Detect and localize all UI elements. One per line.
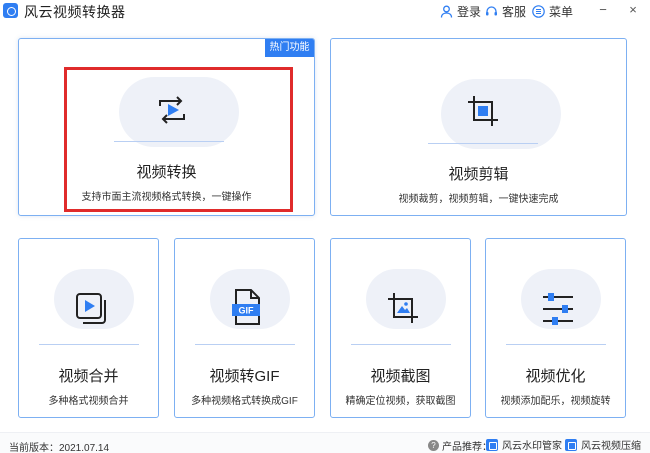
product-link-compress[interactable]: 风云视频压缩 xyxy=(565,437,641,452)
decorative-divider xyxy=(351,344,451,345)
card-video-convert[interactable]: 热门功能 视频转换 支持市面主流视频格式转换，一键操作 xyxy=(18,38,315,216)
card-title: 视频转换 xyxy=(136,164,197,181)
card-description: 多种格式视频合并 xyxy=(48,396,129,407)
merge-play-icon xyxy=(74,291,110,332)
menu-button[interactable]: 菜单 xyxy=(532,3,573,19)
card-description: 支持市面主流视频格式转换，一键操作 xyxy=(81,192,252,203)
version-label: 当前版本：2021.07.14 xyxy=(9,443,110,453)
compress-app-icon xyxy=(565,438,577,451)
login-button[interactable]: 登录 xyxy=(440,3,481,19)
hot-feature-badge: 热门功能 xyxy=(265,39,314,57)
product-recommend: ? 产品推荐： xyxy=(428,438,492,453)
recommend-label: 产品推荐： xyxy=(442,442,492,453)
gif-file-icon: GIF xyxy=(230,287,264,332)
product-label: 风云视频压缩 xyxy=(581,441,641,452)
convert-play-icon xyxy=(154,92,190,133)
title-bar: 风云视频转换器 登录 客服 菜单 − × xyxy=(0,0,650,22)
gif-label: GIF xyxy=(239,306,255,316)
decorative-divider xyxy=(506,344,606,345)
crop-image-icon xyxy=(384,289,422,332)
menu-icon xyxy=(532,4,545,18)
crop-icon xyxy=(464,92,502,135)
status-bar: 当前版本：2021.07.14 ? 产品推荐： 风云水印管家 风云视频压缩 xyxy=(0,432,650,453)
card-title: 视频转GIF xyxy=(209,368,280,385)
sliders-icon xyxy=(539,291,577,332)
headset-icon xyxy=(486,5,497,15)
watermark-app-icon xyxy=(486,438,498,451)
card-video-optimize[interactable]: 视频优化 视频添加配乐，视频旋转 xyxy=(485,238,626,418)
decorative-divider xyxy=(39,344,139,345)
question-icon: ? xyxy=(428,440,439,451)
product-label: 风云水印管家 xyxy=(502,441,562,452)
card-description: 多种视频格式转换成GIF xyxy=(191,396,298,407)
card-description: 视频裁剪，视频剪辑，一键快速完成 xyxy=(398,194,559,205)
card-title: 视频优化 xyxy=(525,368,586,385)
card-video-to-gif[interactable]: GIF 视频转GIF 多种视频格式转换成GIF xyxy=(174,238,315,418)
card-video-merge[interactable]: 视频合并 多种格式视频合并 xyxy=(18,238,159,418)
card-description: 视频添加配乐，视频旋转 xyxy=(500,396,611,407)
decorative-divider xyxy=(428,143,538,144)
user-icon xyxy=(440,5,453,18)
card-title: 视频剪辑 xyxy=(448,166,509,183)
product-link-watermark[interactable]: 风云水印管家 xyxy=(486,437,562,452)
app-title: 风云视频转换器 xyxy=(24,4,126,20)
app-logo-icon xyxy=(3,3,18,18)
support-label: 客服 xyxy=(502,4,527,19)
minimize-button[interactable]: − xyxy=(594,2,612,18)
decorative-divider xyxy=(114,141,224,142)
card-video-capture[interactable]: 视频截图 精确定位视频，获取截图 xyxy=(330,238,471,418)
card-title: 视频合并 xyxy=(58,368,119,385)
decorative-divider xyxy=(195,344,295,345)
card-description: 精确定位视频，获取截图 xyxy=(345,396,456,407)
login-label: 登录 xyxy=(457,4,482,19)
menu-label: 菜单 xyxy=(549,4,574,19)
close-button[interactable]: × xyxy=(624,2,642,18)
card-video-edit[interactable]: 视频剪辑 视频裁剪，视频剪辑，一键快速完成 xyxy=(330,38,627,216)
support-button[interactable]: 客服 xyxy=(485,3,526,19)
card-title: 视频截图 xyxy=(370,368,431,385)
